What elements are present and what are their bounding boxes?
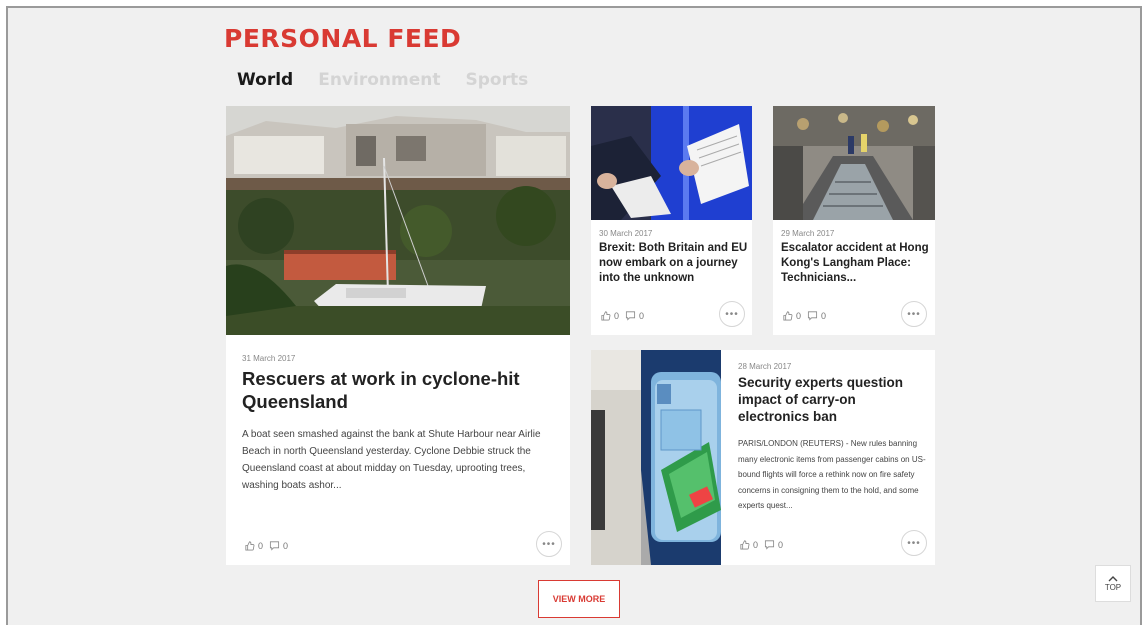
page-frame [6, 6, 1142, 625]
speech-bubble-icon [764, 540, 775, 550]
comment-count: 0 [639, 310, 645, 321]
thumbs-up-icon [783, 311, 793, 321]
back-to-top-button[interactable]: TOP [1095, 565, 1131, 602]
view-more-button[interactable]: VIEW MORE [538, 580, 620, 618]
like-count: 0 [753, 539, 759, 550]
page-title: PERSONAL FEED [224, 24, 462, 53]
article-headline[interactable]: Security experts question impact of carr… [738, 374, 928, 425]
more-options-button[interactable]: ••• [719, 301, 745, 327]
comment-button[interactable]: 0 [764, 539, 783, 550]
more-options-button[interactable]: ••• [901, 530, 927, 556]
speech-bubble-icon [807, 311, 818, 321]
article-card-cyclone[interactable]: 31 March 2017 Rescuers at work in cyclon… [226, 106, 570, 565]
article-image-boat-wreck[interactable] [226, 106, 570, 335]
article-card-electronics-ban[interactable]: 28 March 2017 Security experts question … [591, 350, 935, 565]
article-card-brexit[interactable]: 30 March 2017 Brexit: Both Britain and E… [591, 106, 752, 335]
ellipsis-icon: ••• [907, 537, 921, 549]
like-count: 0 [796, 310, 802, 321]
comment-button[interactable]: 0 [807, 310, 826, 321]
article-image-xray-laptop[interactable] [591, 350, 721, 565]
ellipsis-icon: ••• [725, 308, 739, 320]
speech-bubble-icon [269, 541, 280, 551]
comment-button[interactable]: 0 [625, 310, 644, 321]
tab-sports[interactable]: Sports [465, 70, 528, 90]
article-actions: 0 0 [244, 540, 288, 551]
chevron-up-icon [1108, 576, 1118, 582]
article-actions: 0 0 [600, 310, 644, 321]
ellipsis-icon: ••• [907, 308, 921, 320]
like-button[interactable]: 0 [782, 310, 801, 321]
like-button[interactable]: 0 [244, 540, 263, 551]
article-image-document[interactable] [591, 106, 752, 220]
article-actions: 0 0 [739, 539, 783, 550]
comment-count: 0 [283, 540, 289, 551]
like-count: 0 [614, 310, 620, 321]
article-date: 30 March 2017 [599, 229, 653, 238]
article-date: 28 March 2017 [738, 362, 792, 371]
comment-button[interactable]: 0 [269, 540, 288, 551]
article-date: 31 March 2017 [242, 354, 296, 363]
speech-bubble-icon [625, 311, 636, 321]
tab-world[interactable]: World [237, 70, 293, 90]
thumbs-up-icon [601, 311, 611, 321]
article-actions: 0 0 [782, 310, 826, 321]
like-button[interactable]: 0 [739, 539, 758, 550]
ellipsis-icon: ••• [542, 538, 556, 550]
article-headline[interactable]: Escalator accident at Hong Kong's Langha… [781, 241, 931, 286]
article-date: 29 March 2017 [781, 229, 835, 238]
thumbs-up-icon [740, 540, 750, 550]
article-headline[interactable]: Rescuers at work in cyclone-hit Queensla… [242, 367, 552, 413]
article-headline[interactable]: Brexit: Both Britain and EU now embark o… [599, 241, 749, 286]
article-excerpt: A boat seen smashed against the bank at … [242, 429, 541, 491]
like-count: 0 [258, 540, 264, 551]
comment-count: 0 [821, 310, 827, 321]
article-image-escalator[interactable] [773, 106, 935, 220]
category-tabs: World Environment Sports [237, 70, 528, 90]
more-options-button[interactable]: ••• [536, 531, 562, 557]
thumbs-up-icon [245, 541, 255, 551]
more-options-button[interactable]: ••• [901, 301, 927, 327]
tab-environment[interactable]: Environment [318, 70, 440, 90]
comment-count: 0 [778, 539, 784, 550]
article-excerpt: PARIS/LONDON (REUTERS) - New rules banni… [738, 439, 926, 510]
article-card-escalator[interactable]: 29 March 2017 Escalator accident at Hong… [773, 106, 935, 335]
back-to-top-label: TOP [1104, 583, 1122, 592]
like-button[interactable]: 0 [600, 310, 619, 321]
